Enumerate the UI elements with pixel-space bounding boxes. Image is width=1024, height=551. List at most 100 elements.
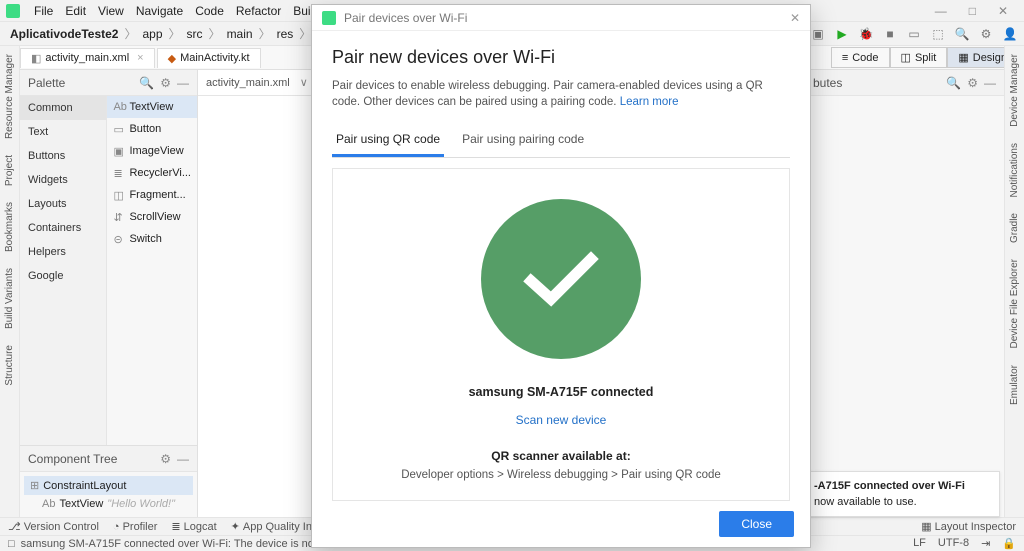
tab-label: activity_main.xml — [45, 52, 129, 64]
menu-edit[interactable]: Edit — [59, 4, 92, 18]
rail-structure[interactable]: Structure — [4, 337, 15, 394]
gear-icon[interactable]: ⚙ — [978, 26, 994, 42]
tab-pair-qr[interactable]: Pair using QR code — [332, 124, 444, 157]
breadcrumb-src[interactable]: src — [183, 27, 207, 41]
view-mode-split[interactable]: ◫Split — [890, 47, 948, 68]
menu-code[interactable]: Code — [189, 4, 230, 18]
menu-view[interactable]: View — [92, 4, 130, 18]
qr-available-label: QR scanner available at: — [491, 449, 630, 463]
palette-item-scrollview[interactable]: ⇵ScrollView — [107, 206, 197, 228]
component-tree-title: Component Tree — [28, 452, 117, 466]
rail-bookmarks[interactable]: Bookmarks — [4, 194, 15, 260]
attributes-panel: butes 🔍 ⚙ — — [804, 70, 1004, 517]
status-lf[interactable]: LF — [913, 537, 926, 550]
debug-icon[interactable]: 🐞 — [858, 26, 874, 42]
gear-icon[interactable]: ⚙ — [160, 76, 171, 90]
tab-activity-main[interactable]: ◧ activity_main.xml × — [20, 48, 155, 68]
palette-cat-layouts[interactable]: Layouts — [20, 192, 106, 216]
stop-icon[interactable]: ■ — [882, 26, 898, 42]
breadcrumb-app[interactable]: app — [139, 27, 167, 41]
android-studio-logo-icon — [6, 4, 20, 18]
tab-pair-code[interactable]: Pair using pairing code — [458, 124, 588, 157]
minimize-panel-icon[interactable]: — — [984, 76, 996, 90]
tab-mainactivity[interactable]: ◆ MainActivity.kt — [157, 48, 261, 68]
palette-item-textview[interactable]: AbTextView — [107, 96, 197, 118]
close-button[interactable]: Close — [719, 511, 794, 537]
success-check-icon — [481, 199, 641, 359]
menu-refactor[interactable]: Refactor — [230, 4, 287, 18]
palette-item-switch[interactable]: ⊝Switch — [107, 228, 197, 250]
search-icon[interactable]: 🔍 — [139, 76, 154, 90]
palette-cat-buttons[interactable]: Buttons — [20, 144, 106, 168]
design-file-name[interactable]: activity_main.xml — [206, 77, 290, 89]
palette-panel: Palette 🔍 ⚙ — Common Text Buttons Widget… — [20, 70, 198, 517]
palette-cat-helpers[interactable]: Helpers — [20, 240, 106, 264]
palette-cat-containers[interactable]: Containers — [20, 216, 106, 240]
palette-cat-text[interactable]: Text — [20, 120, 106, 144]
breadcrumb-project[interactable]: AplicativodeTeste2 — [6, 27, 122, 41]
tool-app-quality[interactable]: ✦ App Quality Insi — [231, 520, 320, 533]
notification-title: -A715F connected over Wi-Fi — [814, 480, 991, 492]
breadcrumb-main[interactable]: main — [223, 27, 257, 41]
device-icon[interactable]: ▣ — [810, 26, 826, 42]
palette-item-button[interactable]: ▭Button — [107, 118, 197, 140]
view-mode-code[interactable]: ≡Code — [831, 47, 890, 68]
tool-layout-inspector[interactable]: ▦ Layout Inspector — [921, 520, 1016, 533]
status-indent-icon[interactable]: ⇥ — [981, 537, 990, 550]
right-tool-rail: Device Manager Notifications Gradle Devi… — [1004, 46, 1024, 533]
tree-child[interactable]: Ab TextView "Hello World!" — [24, 495, 193, 513]
rail-gradle[interactable]: Gradle — [1009, 205, 1020, 251]
maximize-icon[interactable]: □ — [963, 4, 982, 18]
rail-notifications[interactable]: Notifications — [1009, 135, 1020, 205]
notification-body: now available to use. — [814, 496, 991, 508]
tool-version-control[interactable]: ⎇ Version Control — [8, 520, 99, 533]
android-logo-icon — [322, 11, 336, 25]
minimize-icon[interactable]: — — [929, 4, 953, 18]
tool-logcat[interactable]: ≣ Logcat — [171, 520, 216, 533]
pair-result-panel: samsung SM-A715F connected Scan new devi… — [332, 168, 790, 501]
run-icon[interactable]: ▶ — [834, 26, 850, 42]
kotlin-file-icon: ◆ — [168, 52, 176, 65]
rail-build-variants[interactable]: Build Variants — [4, 260, 15, 337]
minimize-panel-icon[interactable]: — — [177, 76, 189, 90]
search-icon[interactable]: 🔍 — [954, 26, 970, 42]
status-encoding[interactable]: UTF-8 — [938, 537, 969, 550]
scan-new-device-link[interactable]: Scan new device — [516, 413, 607, 427]
menu-file[interactable]: File — [28, 4, 59, 18]
gear-icon[interactable]: ⚙ — [967, 76, 978, 90]
palette-title: Palette — [28, 76, 65, 90]
close-tab-icon[interactable]: × — [137, 52, 143, 64]
breadcrumb-res[interactable]: res — [273, 27, 298, 41]
avd-icon[interactable]: ▭ — [906, 26, 922, 42]
palette-item-imageview[interactable]: ▣ImageView — [107, 140, 197, 162]
tool-profiler[interactable]: ◔ Profiler — [113, 521, 158, 533]
rail-project[interactable]: Project — [4, 147, 15, 194]
text-icon: Ab — [42, 498, 55, 510]
tab-label: MainActivity.kt — [180, 52, 249, 64]
minimize-panel-icon[interactable]: — — [177, 452, 189, 466]
search-icon[interactable]: 🔍 — [946, 76, 961, 90]
status-message: samsung SM-A715F connected over Wi-Fi: T… — [21, 538, 354, 550]
status-lock-icon[interactable]: 🔒 — [1002, 537, 1016, 550]
connected-device-label: samsung SM-A715F connected — [469, 385, 654, 399]
pair-devices-dialog: Pair devices over Wi-Fi ✕ Pair new devic… — [311, 4, 811, 548]
close-window-icon[interactable]: ✕ — [992, 4, 1014, 18]
palette-cat-google[interactable]: Google — [20, 264, 106, 288]
palette-cat-widgets[interactable]: Widgets — [20, 168, 106, 192]
menu-navigate[interactable]: Navigate — [130, 4, 189, 18]
sdk-icon[interactable]: ⬚ — [930, 26, 946, 42]
tree-root[interactable]: ⊞ ConstraintLayout — [24, 476, 193, 495]
gear-icon[interactable]: ⚙ — [160, 452, 171, 466]
rail-device-manager[interactable]: Device Manager — [1009, 46, 1020, 135]
palette-item-fragment[interactable]: ◫Fragment... — [107, 184, 197, 206]
left-tool-rail: Resource Manager Project Bookmarks Build… — [0, 46, 20, 533]
rail-resource-manager[interactable]: Resource Manager — [4, 46, 15, 147]
rail-device-file-explorer[interactable]: Device File Explorer — [1009, 251, 1020, 356]
avatar-icon[interactable]: 👤 — [1002, 26, 1018, 42]
palette-item-recyclerview[interactable]: ≣RecyclerVi... — [107, 162, 197, 184]
notification-popup: -A715F connected over Wi-Fi now availabl… — [805, 471, 1000, 517]
palette-cat-common[interactable]: Common — [20, 96, 106, 120]
learn-more-link[interactable]: Learn more — [620, 96, 679, 108]
close-dialog-icon[interactable]: ✕ — [790, 11, 800, 25]
rail-emulator[interactable]: Emulator — [1009, 357, 1020, 413]
